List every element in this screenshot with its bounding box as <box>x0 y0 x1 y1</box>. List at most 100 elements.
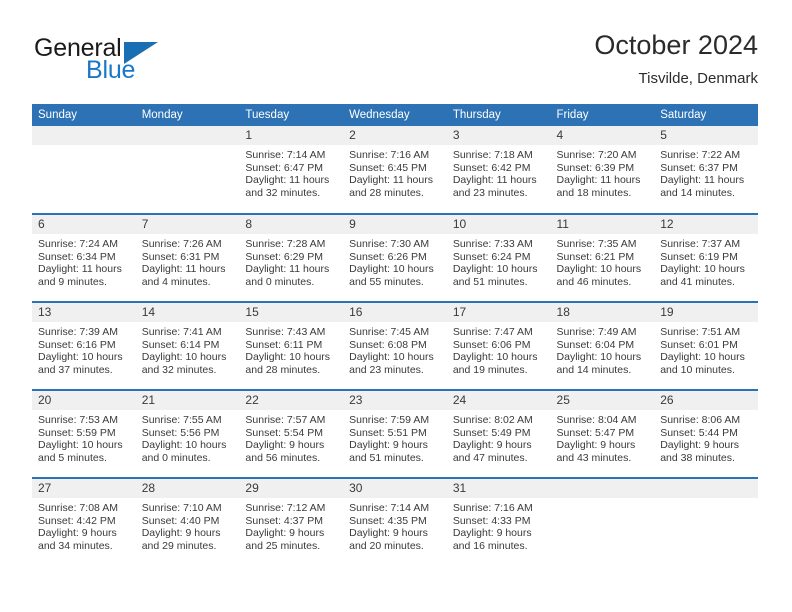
sun-info-sunset: Sunset: 6:14 PM <box>141 338 220 351</box>
calendar-day-cell[interactable]: 24 Sunrise: 8:02 AM Sunset: 5:49 PM Dayligh… <box>446 389 551 478</box>
calendar-day-cell[interactable]: 26 Sunrise: 8:06 AM Sunset: 5:44 PM Dayligh… <box>654 389 758 478</box>
day-number: 22 <box>239 391 344 410</box>
day-number: 6 <box>32 215 136 234</box>
day-sun-info: Sunrise: 7:53 AM Sunset: 5:59 PM Daylight:… <box>32 410 136 464</box>
calendar-day-cell[interactable]: 18 Sunrise: 7:49 AM Sunset: 6:04 PM Dayligh… <box>550 301 655 390</box>
sun-info-sunset: Sunset: 6:39 PM <box>556 161 635 174</box>
day-number: 16 <box>343 303 447 322</box>
calendar-day-cell[interactable]: 11 Sunrise: 7:35 AM Sunset: 6:21 PM Dayligh… <box>550 213 655 302</box>
day-sun-info: Sunrise: 7:28 AM Sunset: 6:29 PM Daylight:… <box>239 234 343 288</box>
calendar-day-cell[interactable]: 31 Sunrise: 7:16 AM Sunset: 4:33 PM Dayligh… <box>446 477 551 566</box>
sun-info-daylight1: Daylight: 11 hours <box>141 263 226 276</box>
day-number: 10 <box>446 215 551 234</box>
day-number: 15 <box>239 303 344 322</box>
calendar-day-cell[interactable]: 2 Sunrise: 7:16 AM Sunset: 6:45 PM Daylight… <box>343 126 447 214</box>
column-header-friday: Friday <box>550 104 655 126</box>
sun-info-sunset: Sunset: 6:21 PM <box>556 250 635 263</box>
day-number: 8 <box>239 215 344 234</box>
sun-info-sunrise: Sunrise: 7:24 AM <box>38 238 118 250</box>
sun-info-sunset: Sunset: 5:56 PM <box>141 426 220 439</box>
sun-info-daylight2: and 9 minutes. <box>38 275 107 288</box>
day-number: 5 <box>654 126 758 145</box>
calendar-day-cell[interactable]: 16 Sunrise: 7:45 AM Sunset: 6:08 PM Dayligh… <box>343 301 447 390</box>
sun-info-daylight2: and 46 minutes. <box>556 275 632 288</box>
sun-info-sunset: Sunset: 6:11 PM <box>245 338 323 351</box>
calendar-day-cell[interactable]: 15 Sunrise: 7:43 AM Sunset: 6:11 PM Dayligh… <box>239 301 344 390</box>
calendar-day-cell[interactable]: 10 Sunrise: 7:33 AM Sunset: 6:24 PM Dayligh… <box>446 213 551 302</box>
calendar-day-cell[interactable]: 20 Sunrise: 7:53 AM Sunset: 5:59 PM Dayligh… <box>32 389 136 478</box>
calendar-day-cell[interactable]: 5 Sunrise: 7:22 AM Sunset: 6:37 PM Daylight… <box>654 126 758 214</box>
sun-info-sunset: Sunset: 6:45 PM <box>349 161 427 174</box>
sun-info-daylight1: Daylight: 9 hours <box>452 439 532 452</box>
calendar-header-row: Sunday Monday Tuesday Wednesday Thursday Frid… <box>32 104 758 126</box>
day-number: 29 <box>239 479 344 498</box>
calendar-cell-empty <box>550 477 655 566</box>
day-number: 28 <box>135 479 240 498</box>
sun-info-sunset: Sunset: 4:35 PM <box>349 514 427 527</box>
sun-info-daylight1: Daylight: 9 hours <box>349 439 428 452</box>
day-sun-info: Sunrise: 7:22 AM Sunset: 6:37 PM Daylight:… <box>654 145 758 199</box>
day-sun-info: Sunrise: 8:02 AM Sunset: 5:49 PM Daylight:… <box>447 410 551 464</box>
day-sun-info: Sunrise: 8:04 AM Sunset: 5:47 PM Daylight:… <box>551 410 655 464</box>
calendar-day-cell[interactable]: 27 Sunrise: 7:08 AM Sunset: 4:42 PM Dayligh… <box>32 477 136 566</box>
day-number: 27 <box>32 479 136 498</box>
day-sun-info: Sunrise: 7:10 AM Sunset: 4:40 PM Daylight:… <box>136 498 240 552</box>
sun-info-sunrise: Sunrise: 8:02 AM <box>452 414 533 426</box>
calendar-table: Sunday Monday Tuesday Wednesday Thursday Frid… <box>32 104 758 566</box>
day-sun-info: Sunrise: 7:14 AM Sunset: 4:35 PM Daylight:… <box>343 498 447 552</box>
day-number: 30 <box>343 479 447 498</box>
calendar-day-cell[interactable]: 8 Sunrise: 7:28 AM Sunset: 6:29 PM Daylight… <box>239 213 344 302</box>
sun-info-sunrise: Sunrise: 7:12 AM <box>245 502 326 514</box>
calendar-body: 1 Sunrise: 7:14 AM Sunset: 6:47 PM Daylight… <box>32 126 758 566</box>
calendar-day-cell[interactable]: 9 Sunrise: 7:30 AM Sunset: 6:26 PM Daylight… <box>343 213 447 302</box>
calendar-day-cell[interactable]: 28 Sunrise: 7:10 AM Sunset: 4:40 PM Dayligh… <box>135 477 240 566</box>
sun-info-daylight1: Daylight: 11 hours <box>245 174 330 187</box>
sun-info-daylight1: Daylight: 10 hours <box>141 351 227 364</box>
sun-info-daylight2: and 19 minutes. <box>452 363 528 376</box>
sun-info-sunrise: Sunrise: 7:22 AM <box>660 149 741 161</box>
calendar-day-cell[interactable]: 4 Sunrise: 7:20 AM Sunset: 6:39 PM Daylight… <box>550 126 655 214</box>
sun-info-sunrise: Sunrise: 7:39 AM <box>38 326 118 338</box>
day-number: 23 <box>343 391 447 410</box>
sun-info-daylight1: Daylight: 10 hours <box>452 351 538 364</box>
day-number: 2 <box>343 126 447 145</box>
calendar-day-cell[interactable]: 22 Sunrise: 7:57 AM Sunset: 5:54 PM Dayligh… <box>239 389 344 478</box>
calendar-cell-empty <box>32 126 136 214</box>
sun-info-daylight2: and 25 minutes. <box>245 539 321 552</box>
page-title: October 2024 <box>594 30 758 60</box>
sun-info-daylight1: Daylight: 10 hours <box>452 263 538 276</box>
calendar-day-cell[interactable]: 17 Sunrise: 7:47 AM Sunset: 6:06 PM Dayligh… <box>446 301 551 390</box>
day-number <box>550 479 655 498</box>
calendar-day-cell[interactable]: 12 Sunrise: 7:37 AM Sunset: 6:19 PM Dayligh… <box>654 213 758 302</box>
calendar-day-cell[interactable]: 14 Sunrise: 7:41 AM Sunset: 6:14 PM Dayligh… <box>135 301 240 390</box>
day-sun-info: Sunrise: 7:45 AM Sunset: 6:08 PM Daylight:… <box>343 322 447 376</box>
day-sun-info: Sunrise: 7:49 AM Sunset: 6:04 PM Daylight:… <box>551 322 655 376</box>
calendar-day-cell[interactable]: 25 Sunrise: 8:04 AM Sunset: 5:47 PM Dayligh… <box>550 389 655 478</box>
day-number: 9 <box>343 215 447 234</box>
sun-info-sunset: Sunset: 6:29 PM <box>245 250 324 263</box>
calendar-day-cell[interactable]: 1 Sunrise: 7:14 AM Sunset: 6:47 PM Daylight… <box>239 126 344 214</box>
calendar-day-cell[interactable]: 21 Sunrise: 7:55 AM Sunset: 5:56 PM Dayligh… <box>135 389 240 478</box>
calendar-day-cell[interactable]: 3 Sunrise: 7:18 AM Sunset: 6:42 PM Daylight… <box>446 126 551 214</box>
calendar-page: General Blue October 2024 Tisvilde, Denm… <box>0 0 792 612</box>
sun-info-daylight1: Daylight: 9 hours <box>349 527 428 540</box>
column-header-sunday: Sunday <box>32 104 136 126</box>
sun-info-daylight1: Daylight: 10 hours <box>245 351 331 364</box>
brand-logo[interactable]: General Blue <box>32 34 212 96</box>
calendar-day-cell[interactable]: 23 Sunrise: 7:59 AM Sunset: 5:51 PM Dayligh… <box>343 389 447 478</box>
sun-info-daylight2: and 32 minutes. <box>141 363 217 376</box>
calendar-day-cell[interactable]: 13 Sunrise: 7:39 AM Sunset: 6:16 PM Dayligh… <box>32 301 136 390</box>
day-sun-info: Sunrise: 7:24 AM Sunset: 6:34 PM Daylight:… <box>32 234 136 288</box>
calendar-day-cell[interactable]: 29 Sunrise: 7:12 AM Sunset: 4:37 PM Dayligh… <box>239 477 344 566</box>
sun-info-sunset: Sunset: 6:31 PM <box>141 250 220 263</box>
sun-info-sunset: Sunset: 6:37 PM <box>660 161 738 174</box>
sun-info-daylight1: Daylight: 10 hours <box>660 263 745 276</box>
sun-info-daylight2: and 51 minutes. <box>452 275 528 288</box>
sun-info-daylight1: Daylight: 9 hours <box>452 527 532 540</box>
calendar-day-cell[interactable]: 7 Sunrise: 7:26 AM Sunset: 6:31 PM Daylight… <box>135 213 240 302</box>
calendar-day-cell[interactable]: 19 Sunrise: 7:51 AM Sunset: 6:01 PM Dayligh… <box>654 301 758 390</box>
sun-info-daylight1: Daylight: 11 hours <box>245 263 330 276</box>
calendar-day-cell[interactable]: 30 Sunrise: 7:14 AM Sunset: 4:35 PM Dayligh… <box>343 477 447 566</box>
day-sun-info: Sunrise: 7:16 AM Sunset: 4:33 PM Daylight:… <box>447 498 551 552</box>
calendar-day-cell[interactable]: 6 Sunrise: 7:24 AM Sunset: 6:34 PM Daylight… <box>32 213 136 302</box>
